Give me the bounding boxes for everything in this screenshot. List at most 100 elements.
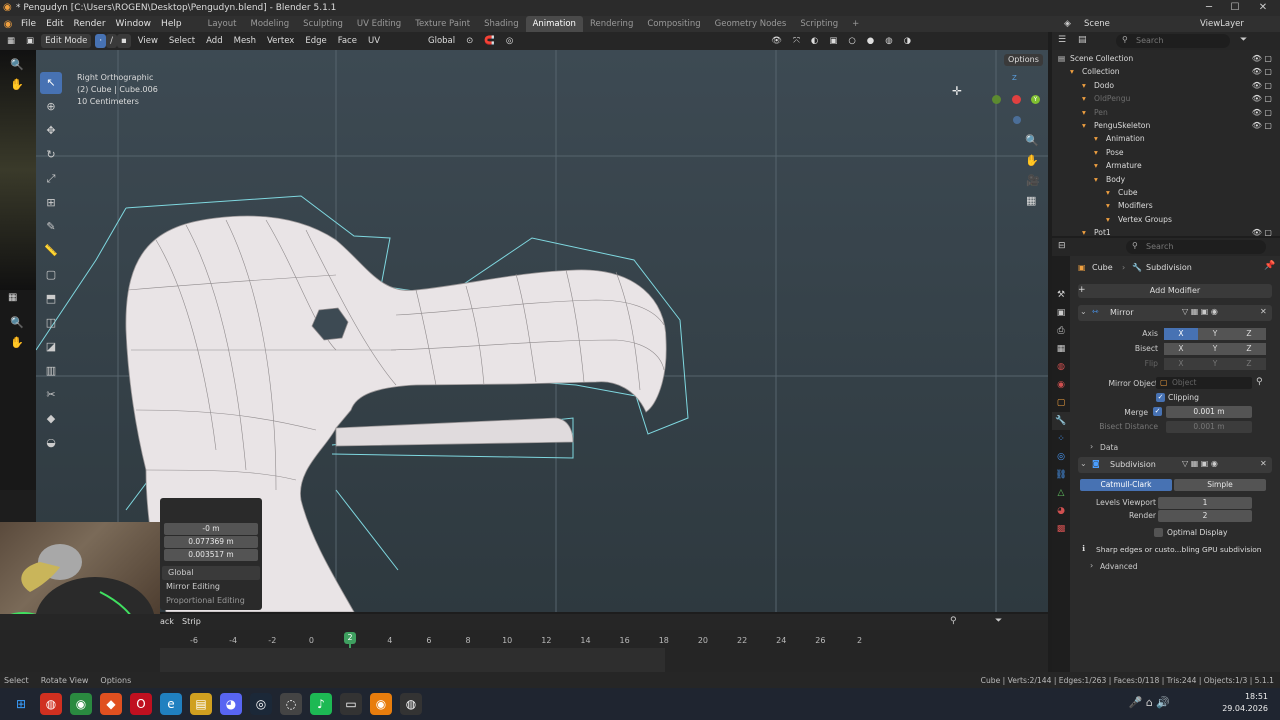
- outliner-item[interactable]: ▾ Pose: [1052, 146, 1280, 159]
- subdivision-remove-icon[interactable]: ✕: [1260, 459, 1267, 468]
- pin-icon[interactable]: 📌: [1264, 261, 1275, 271]
- tray-icons[interactable]: 🎤 ⌂ 🔊: [1129, 696, 1170, 709]
- workspace-tab-geometry-nodes[interactable]: Geometry Nodes: [708, 16, 794, 32]
- constraints-tab-icon[interactable]: ⛓: [1052, 466, 1070, 484]
- workspace-tab-texture-paint[interactable]: Texture Paint: [408, 16, 477, 32]
- catmull-clark-button[interactable]: Catmull-Clark: [1080, 479, 1172, 491]
- visibility-toggle-icon[interactable]: 👁 ▢: [1252, 106, 1272, 119]
- mirror-editing-checkbox[interactable]: Mirror Editing: [160, 580, 262, 594]
- workspace-tab-modeling[interactable]: Modeling: [243, 16, 296, 32]
- data-tab-icon[interactable]: △: [1052, 484, 1070, 502]
- workspace-tab-rendering[interactable]: Rendering: [583, 16, 640, 32]
- editor-type-icon[interactable]: ▦: [3, 34, 19, 48]
- move-z-field[interactable]: 0.003517 m: [164, 549, 258, 561]
- outliner-item[interactable]: ▾ Body: [1052, 173, 1280, 186]
- discord-icon[interactable]: ◕: [220, 693, 242, 715]
- mirror-axis-x[interactable]: X: [1164, 328, 1198, 340]
- bevel-tool-icon[interactable]: ◪: [40, 336, 62, 358]
- minimize-button[interactable]: ─: [1196, 0, 1222, 16]
- advanced-subpanel-label[interactable]: Advanced: [1100, 562, 1138, 571]
- simple-button[interactable]: Simple: [1174, 479, 1266, 491]
- outliner-item[interactable]: ▾ Armature: [1052, 159, 1280, 172]
- workspace-tab-shading[interactable]: Shading: [477, 16, 526, 32]
- viewport-pan-icon[interactable]: ✋: [1025, 154, 1039, 167]
- workspace-tab-uv-editing[interactable]: UV Editing: [350, 16, 408, 32]
- advanced-expand-icon[interactable]: ›: [1090, 561, 1093, 570]
- options-dropdown[interactable]: Options: [1004, 54, 1043, 66]
- select-box-tool-icon[interactable]: ↖: [40, 72, 62, 94]
- world-tab-icon[interactable]: ◉: [1052, 376, 1070, 394]
- outliner-item[interactable]: ▾ Collection 👁 ▢: [1052, 65, 1280, 78]
- workspace-tab-compositing[interactable]: Compositing: [640, 16, 707, 32]
- scene-tab-icon[interactable]: ◍: [1052, 358, 1070, 376]
- mirror-expand-icon[interactable]: ⌄: [1080, 307, 1087, 316]
- menu-file[interactable]: File: [16, 16, 41, 32]
- mirror-bisect-z[interactable]: Z: [1232, 343, 1266, 355]
- gizmo-neg-y-axis[interactable]: [992, 95, 1001, 104]
- snap-icon[interactable]: 🧲: [480, 34, 499, 48]
- output-tab-icon[interactable]: ⎙: [1052, 322, 1070, 340]
- optimal-display-checkbox[interactable]: [1154, 528, 1163, 537]
- mirror-bisect-y[interactable]: Y: [1198, 343, 1232, 355]
- mirror-axis-z[interactable]: Z: [1232, 328, 1266, 340]
- subdivision-modifier-header[interactable]: ⌄ ◙ Subdivision ▽ ▦ ▣ ◉ ✕: [1078, 457, 1272, 473]
- gizmo-y-axis[interactable]: Y: [1031, 95, 1040, 104]
- data-subpanel-label[interactable]: Data: [1100, 443, 1118, 452]
- outliner-item[interactable]: ▤ Scene Collection 👁 ▢: [1052, 52, 1280, 65]
- merge-checkbox[interactable]: ✓: [1153, 407, 1162, 416]
- physics-tab-icon[interactable]: ◎: [1052, 448, 1070, 466]
- clipping-checkbox[interactable]: ✓: [1156, 393, 1165, 402]
- scale-tool-icon[interactable]: ⤢: [40, 168, 62, 190]
- annotate-tool-icon[interactable]: ✎: [40, 216, 62, 238]
- move-x-field[interactable]: -0 m: [164, 523, 258, 535]
- outliner-search-field[interactable]: ⚲ Search: [1116, 34, 1230, 48]
- timeline-editor[interactable]: -6-4-2024681012141618202224262 2: [0, 630, 1048, 672]
- add-workspace-icon[interactable]: +: [845, 16, 866, 32]
- current-frame-indicator[interactable]: 2: [344, 632, 356, 644]
- orientation-dropdown[interactable]: Global: [162, 566, 260, 580]
- menu-edit[interactable]: Edit: [41, 16, 68, 32]
- blender-taskbar-icon[interactable]: ◉: [370, 693, 392, 715]
- visibility-toggle-icon[interactable]: 👁 ▢: [1252, 65, 1272, 78]
- outliner-item[interactable]: ▾ Dodo 👁 ▢: [1052, 79, 1280, 92]
- outliner-item[interactable]: ▾ Pen 👁 ▢: [1052, 106, 1280, 119]
- outliner-editor-type-icon[interactable]: ☰: [1058, 35, 1066, 45]
- view-layer-name[interactable]: ViewLayer: [1200, 16, 1244, 32]
- texture-tab-icon[interactable]: ▩: [1052, 520, 1070, 538]
- opera-icon[interactable]: O: [130, 693, 152, 715]
- menu-mesh[interactable]: Mesh: [230, 34, 260, 48]
- app-icon[interactable]: ◌: [280, 693, 302, 715]
- mirror-modifier-name[interactable]: Mirror: [1110, 308, 1134, 317]
- workspace-tab-layout[interactable]: Layout: [201, 16, 244, 32]
- outliner-item[interactable]: ▾ OldPengu 👁 ▢: [1052, 92, 1280, 105]
- outliner-item[interactable]: ▾ Vertex Groups: [1052, 213, 1280, 226]
- add-modifier-button[interactable]: Add Modifier: [1078, 284, 1272, 298]
- menu-select[interactable]: Select: [165, 34, 199, 48]
- proportional-editing-checkbox[interactable]: Proportional Editing: [160, 594, 262, 608]
- modifier-tab-icon[interactable]: 🔧: [1052, 412, 1070, 430]
- side-pan-icon[interactable]: ✋: [10, 336, 24, 349]
- rendered-shading-icon[interactable]: ◑: [900, 34, 915, 48]
- pan-hand-icon[interactable]: ✋: [10, 78, 24, 91]
- edge-icon[interactable]: e: [160, 693, 182, 715]
- levels-viewport-field[interactable]: 1: [1158, 497, 1252, 509]
- terminal-icon[interactable]: ▭: [340, 693, 362, 715]
- menu-help[interactable]: Help: [156, 16, 187, 32]
- maximize-button[interactable]: ☐: [1222, 0, 1248, 16]
- xray-toggle-icon[interactable]: ▣: [825, 34, 841, 48]
- loop-cut-tool-icon[interactable]: ▥: [40, 360, 62, 382]
- visibility-toggle-icon[interactable]: 👁 ▢: [1252, 52, 1272, 65]
- mode-icon[interactable]: ▣: [22, 34, 38, 48]
- view-layer-tab-icon[interactable]: ▦: [1052, 340, 1070, 358]
- cursor-tool-icon[interactable]: ⊕: [40, 96, 62, 118]
- face-select-button[interactable]: ▪: [116, 34, 131, 48]
- side-zoom-icon[interactable]: 🔍: [10, 316, 24, 329]
- subdivision-expand-icon[interactable]: ⌄: [1080, 459, 1087, 468]
- start-menu-icon[interactable]: ⊞: [10, 693, 32, 715]
- workspace-tab-sculpting[interactable]: Sculpting: [296, 16, 350, 32]
- spotify-icon[interactable]: ♪: [310, 693, 332, 715]
- data-expand-icon[interactable]: ›: [1090, 442, 1093, 451]
- zoom-icon[interactable]: 🔍: [10, 58, 24, 71]
- chrome-icon[interactable]: ◉: [70, 693, 92, 715]
- particles-tab-icon[interactable]: ⁘: [1052, 430, 1070, 448]
